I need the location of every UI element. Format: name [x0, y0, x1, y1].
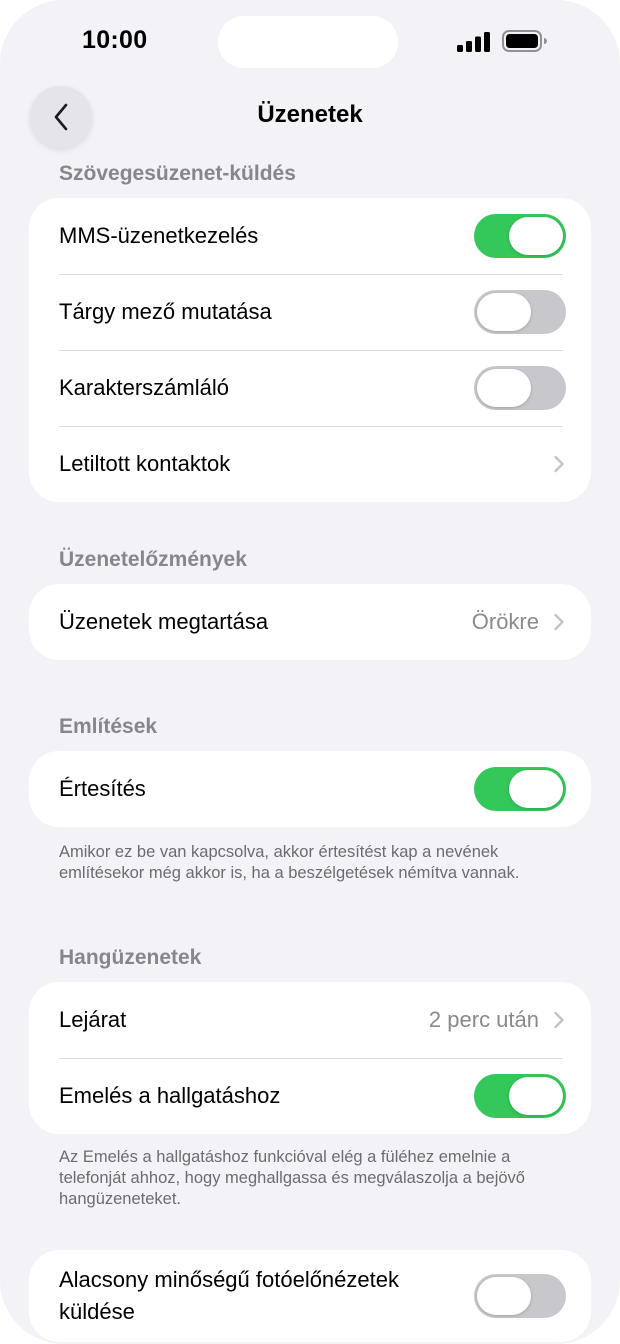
group-texting: MMS-üzenetkezelés Tárgy mező mutatása Ka…	[29, 198, 591, 502]
row-mms-messaging: MMS-üzenetkezelés	[29, 198, 591, 274]
raise-to-listen-toggle[interactable]	[474, 1074, 566, 1118]
mms-messaging-toggle[interactable]	[474, 214, 566, 258]
section-header-texting: Szövegesüzenet-küldés	[59, 162, 296, 185]
row-raise-to-listen: Emelés a hallgatáshoz	[29, 1058, 591, 1134]
chevron-left-icon	[54, 103, 68, 131]
row-value: Örökre	[471, 609, 539, 634]
row-value: 2 perc után	[428, 1007, 539, 1032]
chevron-right-icon	[553, 1010, 565, 1030]
section-header-audio: Hangüzenetek	[59, 946, 202, 969]
row-label: Alacsony minőségű fotóelőnézetek küldése	[59, 1267, 399, 1324]
chevron-right-icon	[553, 454, 565, 474]
section-footer-audio: Az Emelés a hallgatáshoz funkcióval elég…	[59, 1148, 525, 1208]
row-label: Értesítés	[59, 776, 146, 801]
row-expire[interactable]: Lejárat 2 perc után	[29, 982, 591, 1058]
group-history: Üzenetek megtartása Örökre	[29, 584, 591, 660]
row-keep-messages[interactable]: Üzenetek megtartása Örökre	[29, 584, 591, 660]
section-header-history: Üzenetelőzmények	[59, 548, 247, 571]
notify-me-toggle[interactable]	[474, 767, 566, 811]
chevron-right-icon	[553, 612, 565, 632]
section-footer-mentions: Amikor ez be van kapcsolva, akkor értesí…	[59, 843, 520, 882]
low-quality-image-mode-toggle[interactable]	[474, 1274, 566, 1318]
settings-screen: 10:00 Üzenetek Szövegesüzenet-küldés MMS…	[0, 0, 620, 1344]
group-media: Alacsony minőségű fotóelőnézetek küldése	[29, 1250, 591, 1342]
battery-full-icon	[502, 30, 547, 52]
row-low-quality-image-mode: Alacsony minőségű fotóelőnézetek küldése	[29, 1250, 591, 1342]
row-blocked-contacts[interactable]: Letiltott kontaktok	[29, 426, 591, 502]
status-time: 10:00	[82, 26, 148, 54]
row-label: Karakterszámláló	[59, 375, 229, 400]
show-subject-field-toggle[interactable]	[474, 290, 566, 334]
row-character-count: Karakterszámláló	[29, 350, 591, 426]
row-label: MMS-üzenetkezelés	[59, 223, 259, 248]
row-label: Üzenetek megtartása	[59, 609, 269, 634]
row-label: Lejárat	[59, 1007, 127, 1032]
character-count-toggle[interactable]	[474, 366, 566, 410]
section-header-mentions: Említések	[59, 715, 158, 738]
cellular-signal-icon	[457, 32, 490, 52]
row-label: Emelés a hallgatáshoz	[59, 1083, 281, 1108]
back-button[interactable]	[30, 86, 92, 148]
page-title: Üzenetek	[257, 101, 363, 128]
row-show-subject-field: Tárgy mező mutatása	[29, 274, 591, 350]
row-notify-me: Értesítés	[29, 751, 591, 827]
row-label: Letiltott kontaktok	[59, 451, 231, 476]
row-label: Tárgy mező mutatása	[59, 299, 272, 324]
dynamic-island	[218, 16, 398, 68]
group-mentions: Értesítés	[29, 751, 591, 827]
group-audio: Lejárat 2 perc után Emelés a hallgatásho…	[29, 982, 591, 1134]
